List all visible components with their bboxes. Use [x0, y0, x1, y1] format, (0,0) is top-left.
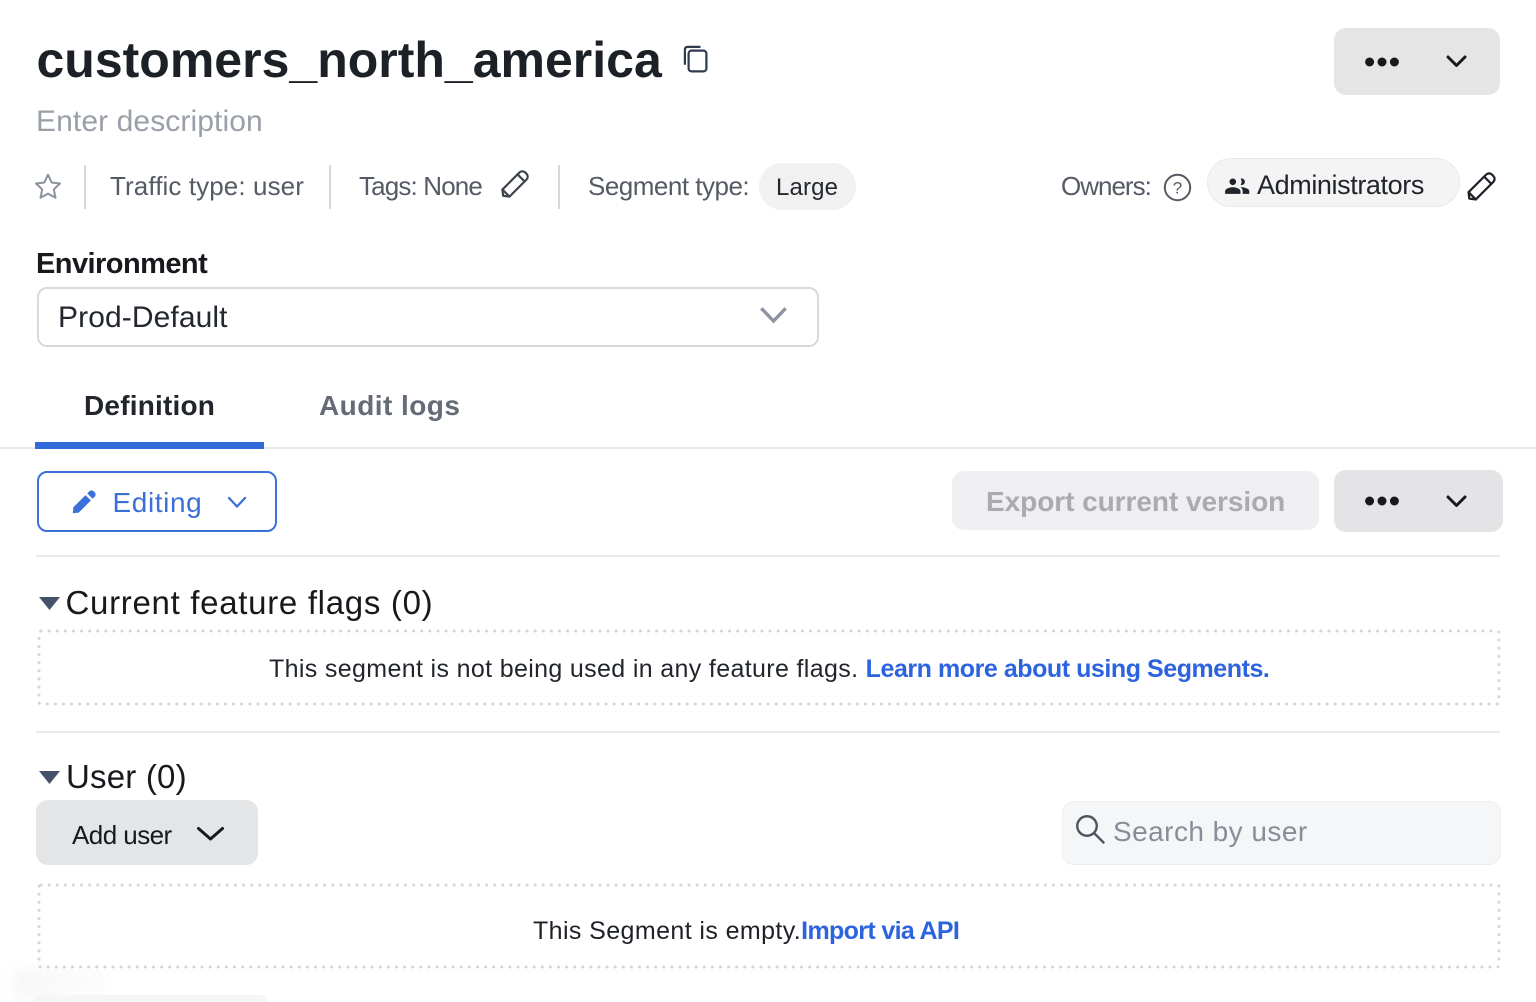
svg-text:?: ? — [1173, 179, 1182, 198]
